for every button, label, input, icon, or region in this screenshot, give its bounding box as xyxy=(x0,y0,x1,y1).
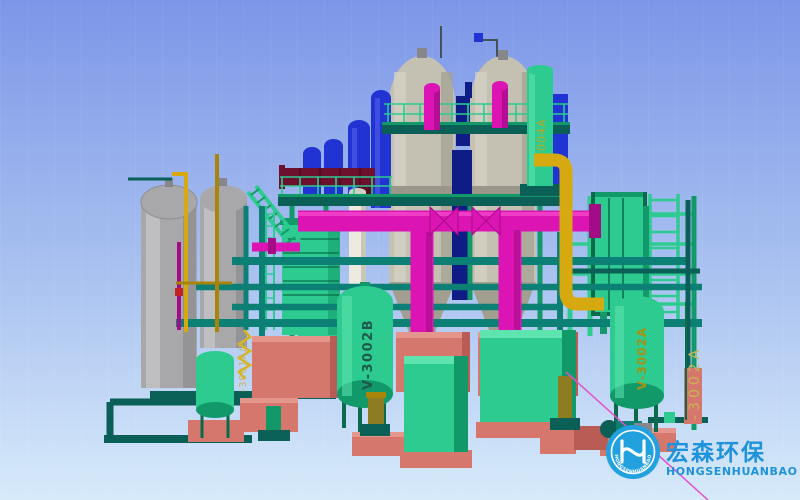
company-name-cn: 宏森环保 xyxy=(666,439,766,466)
vent-box xyxy=(474,33,483,42)
equipment-tag-3002a-text: -3002A xyxy=(687,346,703,420)
equipment-tag-3001ab-text: -3001A/B xyxy=(238,340,249,392)
green-tank-1 xyxy=(404,356,468,452)
equipment-tag-3001ab: -3001A/B xyxy=(238,340,249,392)
hx-inlet-flange xyxy=(589,204,601,238)
vent-lines xyxy=(441,26,497,62)
vessel-v3002a: V-3002A xyxy=(610,296,664,436)
vessel-v3002b: V-3002B xyxy=(337,282,393,432)
company-name-en: HONGSENHUANBAO xyxy=(666,465,798,478)
equipment-label-v3002a: V-3002A xyxy=(635,327,649,390)
valve-handle xyxy=(175,288,183,296)
valve xyxy=(664,412,675,423)
logo-badge: HONGSENHUANBAO xyxy=(606,425,660,479)
plant-3d-model: -3004A xyxy=(0,0,800,500)
equipment-label-v3002b: V-3002B xyxy=(361,319,376,390)
